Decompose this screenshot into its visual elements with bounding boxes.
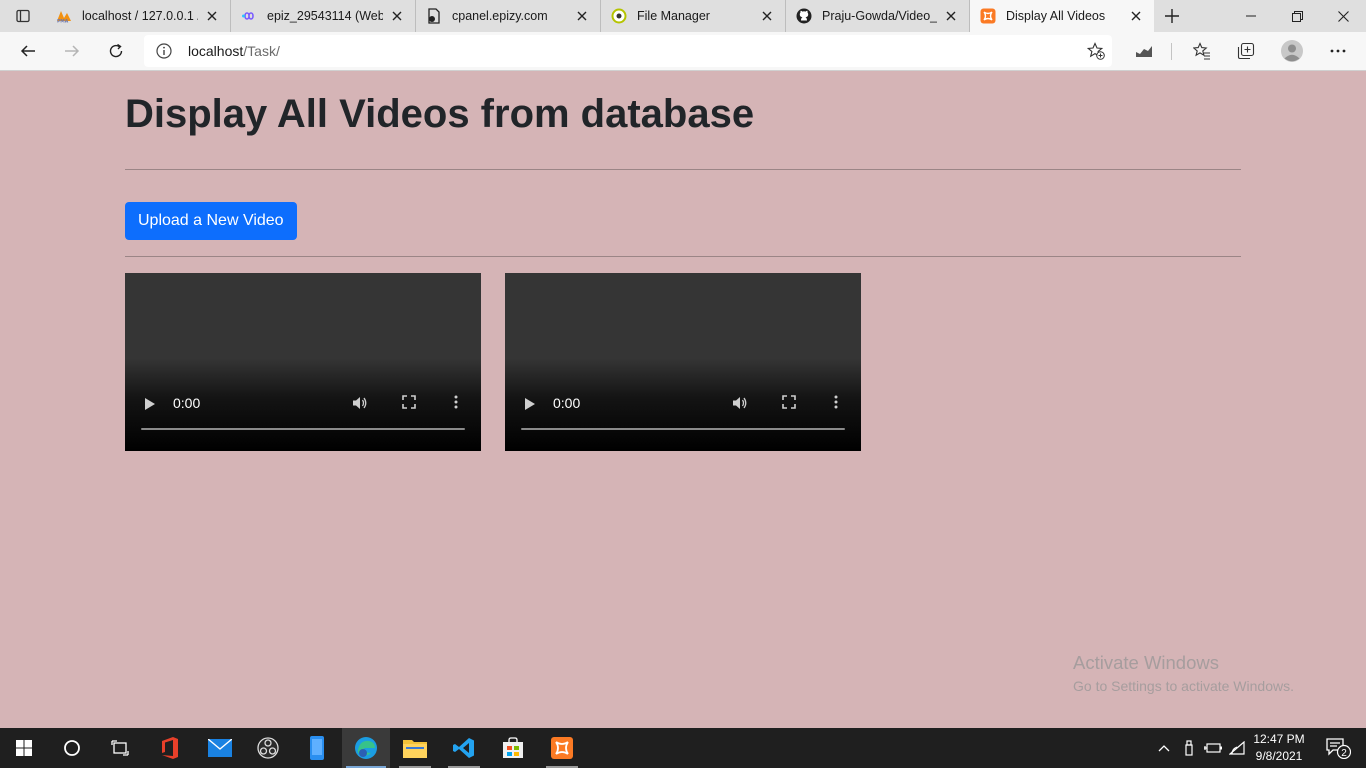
volume-icon[interactable] — [732, 395, 748, 414]
activate-windows-watermark: Activate Windows Go to Settings to activ… — [1073, 652, 1294, 694]
task-view-icon[interactable] — [96, 728, 144, 768]
file-explorer-icon[interactable] — [391, 728, 439, 768]
tab-title: Praju-Gowda/Video_U — [822, 9, 937, 23]
svg-text:PMA: PMA — [57, 19, 69, 24]
tab-title: epiz_29543114 (Websi — [267, 9, 383, 23]
play-icon[interactable] — [145, 397, 155, 413]
video-player[interactable]: 0:00 — [125, 273, 481, 451]
close-window-icon[interactable] — [1320, 0, 1366, 32]
more-options-icon[interactable] — [834, 395, 838, 412]
video-player[interactable]: 0:00 — [505, 273, 861, 451]
system-clock[interactable]: 12:47 PM 9/8/2021 — [1246, 731, 1312, 765]
page-content: Display All Videos from database Upload … — [0, 72, 1366, 728]
close-tab-icon[interactable] — [204, 8, 220, 24]
edge-icon[interactable] — [342, 728, 390, 768]
address-text[interactable]: localhost/Task/ — [184, 43, 1080, 59]
watermark-subtitle: Go to Settings to activate Windows. — [1073, 678, 1294, 694]
fullscreen-icon[interactable] — [782, 395, 796, 412]
close-tab-icon[interactable] — [1128, 8, 1144, 24]
show-hidden-icons-icon[interactable] — [1154, 728, 1174, 768]
notification-count: 2 — [1341, 748, 1347, 759]
divider — [125, 169, 1241, 170]
github-icon — [796, 8, 812, 24]
forward-icon[interactable] — [56, 35, 88, 67]
file-manager-icon — [611, 8, 627, 24]
main-container: Display All Videos from database Upload … — [125, 72, 1241, 451]
tab-cpanel[interactable]: cpanel.epizy.com — [416, 0, 601, 32]
video-time: 0:00 — [553, 395, 581, 411]
profile-avatar[interactable] — [1276, 35, 1308, 67]
close-tab-icon[interactable] — [759, 8, 775, 24]
close-tab-icon[interactable] — [943, 8, 959, 24]
tab-title: cpanel.epizy.com — [452, 9, 548, 23]
address-bar[interactable]: localhost/Task/ — [144, 35, 1112, 67]
add-favorite-icon[interactable] — [1080, 42, 1112, 60]
infinity-icon — [241, 8, 257, 24]
back-icon[interactable] — [12, 35, 44, 67]
usb-device-icon[interactable] — [1179, 728, 1199, 768]
vscode-icon[interactable] — [440, 728, 488, 768]
browser-toolbar: localhost/Task/ — [0, 32, 1366, 71]
office-icon[interactable] — [146, 728, 194, 768]
video-list: 0:00 0:00 — [125, 273, 1241, 451]
page-title: Display All Videos from database — [125, 92, 755, 136]
tab-github[interactable]: Praju-Gowda/Video_U — [786, 0, 970, 32]
new-tab-icon[interactable] — [1154, 0, 1190, 32]
tab-title: File Manager — [637, 9, 710, 23]
obs-icon[interactable] — [244, 728, 292, 768]
tab-file-manager[interactable]: File Manager — [601, 0, 786, 32]
document-icon — [426, 8, 442, 24]
video-time: 0:00 — [173, 395, 201, 411]
divider — [125, 256, 1241, 257]
upload-video-button[interactable]: Upload a New Video — [125, 202, 297, 240]
refresh-icon[interactable] — [100, 35, 132, 67]
xampp-taskbar-icon[interactable] — [538, 728, 586, 768]
start-icon[interactable] — [0, 728, 48, 768]
phone-app-icon[interactable] — [293, 728, 341, 768]
video-controls: 0:00 — [505, 391, 861, 415]
watermark-title: Activate Windows — [1073, 652, 1219, 673]
windows-taskbar: 12:47 PM 9/8/2021 2 — [0, 728, 1366, 768]
notifications-icon[interactable]: 2 — [1318, 728, 1358, 768]
fullscreen-icon[interactable] — [402, 395, 416, 412]
play-icon[interactable] — [525, 397, 535, 413]
close-tab-icon[interactable] — [389, 8, 405, 24]
restore-icon[interactable] — [1274, 0, 1320, 32]
video-progress-bar[interactable] — [141, 428, 465, 430]
video-controls: 0:00 — [125, 391, 481, 415]
clock-time: 12:47 PM — [1253, 732, 1305, 746]
video-progress-bar[interactable] — [521, 428, 845, 430]
store-icon[interactable] — [489, 728, 537, 768]
tab-actions-icon[interactable] — [0, 0, 46, 32]
minimize-icon[interactable] — [1228, 0, 1274, 32]
address-host: localhost — [188, 43, 244, 59]
favorites-icon[interactable] — [1186, 35, 1218, 67]
tab-strip: PMA localhost / 127.0.0.1 / t epiz_29543… — [0, 0, 1366, 32]
toolbar-divider — [1171, 43, 1172, 60]
volume-icon[interactable] — [352, 395, 368, 414]
more-options-icon[interactable] — [454, 395, 458, 412]
phpmyadmin-icon: PMA — [56, 8, 72, 24]
search-icon[interactable] — [48, 728, 96, 768]
network-icon[interactable] — [1227, 728, 1247, 768]
address-path: /Task/ — [243, 43, 280, 59]
mail-icon[interactable] — [196, 728, 244, 768]
performance-icon[interactable] — [1128, 35, 1160, 67]
battery-icon[interactable] — [1203, 728, 1223, 768]
collections-icon[interactable] — [1230, 35, 1262, 67]
tab-title: Display All Videos — [1006, 9, 1106, 23]
tab-epiz[interactable]: epiz_29543114 (Websi — [231, 0, 416, 32]
clock-date: 9/8/2021 — [1255, 749, 1303, 763]
tab-title: localhost / 127.0.0.1 / t — [82, 9, 198, 23]
tab-display-all-videos[interactable]: Display All Videos — [970, 0, 1154, 32]
close-tab-icon[interactable] — [574, 8, 590, 24]
settings-more-icon[interactable] — [1322, 35, 1354, 67]
xampp-icon — [980, 8, 996, 24]
info-icon[interactable] — [144, 43, 184, 59]
tab-phpmyadmin[interactable]: PMA localhost / 127.0.0.1 / t — [46, 0, 231, 32]
